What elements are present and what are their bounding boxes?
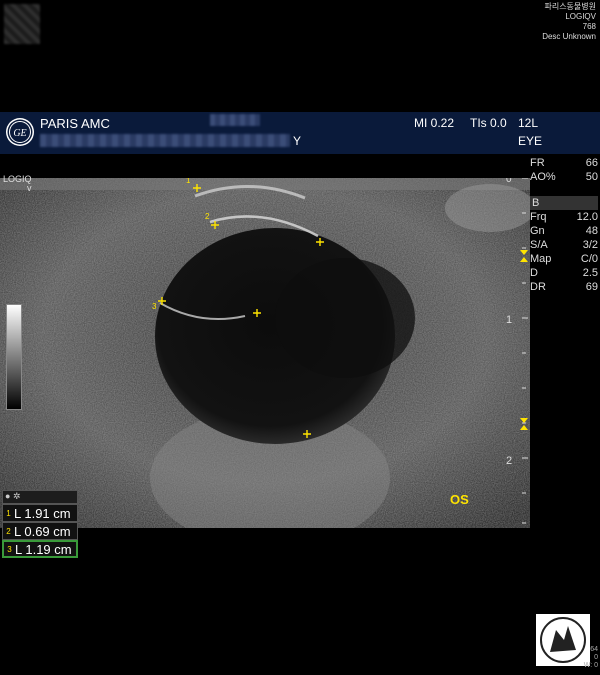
measurement-row-selected[interactable]: 3 L 1.19 cm: [2, 540, 78, 558]
system-code: 768: [582, 22, 596, 31]
operator-blurred: [210, 114, 260, 126]
header-bar: GE PARIS AMC Y MI 0.22 TIs 0.0 12L EYE: [0, 112, 600, 154]
param-key: Gn: [530, 225, 545, 237]
param-value: 66: [585, 157, 598, 169]
param-value: 69: [585, 281, 598, 293]
measurement-value: L 1.91 cm: [14, 505, 71, 521]
institution-name: PARIS AMC: [40, 116, 110, 131]
patient-info-blurred: [4, 4, 40, 44]
parameter-panel: FR 66 AO% 50 B Frq 12.0 Gn 48 S/A 3/2 Map C/0 …: [530, 156, 598, 294]
measurement-box[interactable]: ● ✲ 1 L 1.91 cm 2 L 0.69 cm 3 L 1.19 cm: [2, 490, 78, 558]
param-key: Frq: [530, 211, 547, 223]
bottom-right-info: 64 0 W: 0: [584, 646, 598, 670]
system-name: LOGIQV: [565, 12, 596, 21]
depth-mark-2: 2: [506, 455, 512, 467]
param-row: AO% 50: [530, 170, 598, 184]
measurement-value: L 1.19 cm: [15, 541, 72, 557]
param-value: 50: [585, 171, 598, 183]
param-key: DR: [530, 281, 546, 293]
param-key: D: [530, 267, 538, 279]
depth-mark-1: 1: [506, 314, 512, 326]
param-value: C/0: [580, 253, 598, 265]
patient-id-blurred: [40, 134, 290, 147]
ge-logo-icon: GE: [6, 118, 34, 146]
preset-name: EYE: [518, 134, 543, 148]
depth-mark-0: 0: [506, 178, 512, 185]
caliper-label-3: 3: [152, 302, 157, 311]
param-value: 2.5: [582, 267, 598, 279]
grayscale-bar: [6, 304, 22, 410]
param-value: 48: [585, 225, 598, 237]
mechanical-index: MI 0.22: [414, 116, 455, 130]
caliper-label-2: 2: [205, 212, 210, 221]
param-row: Map C/0: [530, 252, 598, 266]
probe-name: 12L: [518, 116, 539, 130]
thermal-index: TIs 0.0: [470, 116, 507, 130]
ultrasound-image[interactable]: 1 2 3 0 1 2: [0, 178, 530, 528]
hospital-name: 파리스동물병원: [544, 2, 596, 11]
description: Desc Unknown: [542, 32, 596, 41]
measurement-row[interactable]: 1 L 1.91 cm: [2, 504, 78, 522]
param-row: DR 69: [530, 280, 598, 294]
record-icon: ●: [5, 491, 11, 501]
measurement-index: 3: [7, 544, 12, 554]
measurement-row[interactable]: 2 L 0.69 cm: [2, 522, 78, 540]
param-key: S/A: [530, 239, 548, 251]
measurement-index: 1: [6, 508, 11, 518]
laterality-label: OS: [450, 492, 469, 507]
info-line-2: 0: [594, 654, 598, 661]
param-key: FR: [530, 157, 545, 169]
measurement-value: L 0.69 cm: [14, 523, 71, 539]
info-line-1: 64: [590, 646, 598, 653]
param-value: 12.0: [576, 211, 598, 223]
param-row: S/A 3/2: [530, 238, 598, 252]
measurement-index: 2: [6, 526, 11, 536]
info-line-3: W: 0: [583, 662, 598, 669]
param-key: Map: [530, 253, 552, 265]
param-row: D 2.5: [530, 266, 598, 280]
info-tail: Y: [293, 134, 302, 148]
settings-icon: ✲: [12, 491, 21, 501]
param-row: Gn 48: [530, 224, 598, 238]
corner-info: 파리스동물병원 LOGIQV 768 Desc Unknown: [542, 2, 596, 42]
param-row: Frq 12.0: [530, 210, 598, 224]
caliper-label-1: 1: [186, 178, 191, 185]
clinic-logo-icon: [536, 614, 590, 666]
param-row: FR 66: [530, 156, 598, 170]
svg-text:GE: GE: [13, 128, 26, 139]
mode-label: B: [530, 196, 598, 210]
measurement-header: ● ✲: [2, 490, 78, 504]
chevron-down-icon: v: [27, 183, 32, 193]
param-value: 3/2: [582, 239, 598, 251]
logiq-watermark: LOGIQ v: [3, 175, 32, 193]
param-key: AO%: [530, 171, 556, 183]
